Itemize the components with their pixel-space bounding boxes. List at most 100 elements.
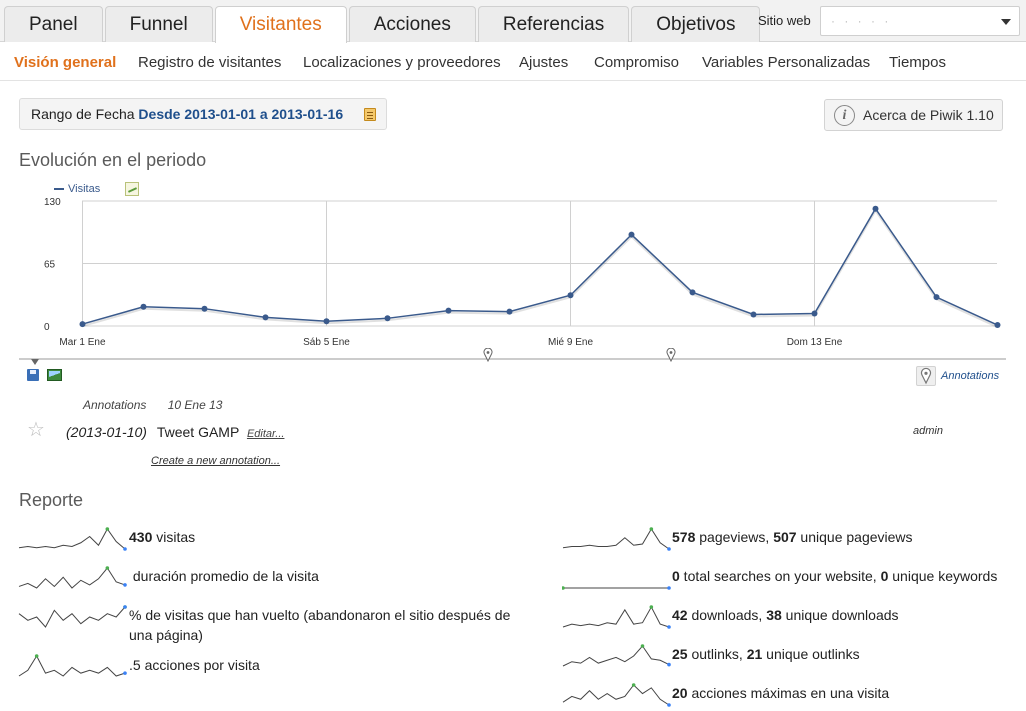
metric-text: % de visitas que han vuelto (abandonaron… bbox=[129, 607, 511, 643]
star-icon[interactable]: ☆ bbox=[27, 420, 45, 440]
sparkline bbox=[562, 683, 671, 707]
sparkline bbox=[562, 644, 671, 667]
data-point bbox=[323, 318, 330, 325]
metric-text: outlinks, bbox=[687, 646, 747, 662]
sparkline-max-point bbox=[105, 527, 110, 531]
annotation-date: (2013-01-10) bbox=[66, 424, 147, 440]
sparkline bbox=[18, 605, 127, 628]
metric-value-2: 21 bbox=[746, 646, 763, 662]
data-point bbox=[933, 294, 940, 301]
sparkline-line bbox=[18, 528, 126, 550]
site-selector[interactable]: · · · · · bbox=[820, 6, 1020, 36]
sparkline-last-point bbox=[123, 605, 127, 609]
x-tick-label: Dom 13 Ene bbox=[787, 337, 843, 348]
date-range-selector[interactable]: Rango de Fecha Desde 2013-01-01 a 2013-0… bbox=[19, 98, 387, 130]
metric-downloads: 42 downloads, 38 unique downloads bbox=[672, 605, 1022, 625]
create-annotation-link[interactable]: Create a new annotation... bbox=[151, 455, 280, 467]
sparkline bbox=[562, 605, 671, 629]
metric-bounce-rate: % de visitas que han vuelto (abandonaron… bbox=[129, 605, 529, 645]
image-export-icon[interactable] bbox=[47, 369, 62, 381]
annotation-marker-icon[interactable] bbox=[666, 348, 676, 362]
x-tick-label: Sáb 5 Ene bbox=[303, 337, 350, 348]
metric-text: total searches on your website, bbox=[679, 568, 881, 584]
sparkline-line bbox=[18, 567, 126, 589]
date-range-prefix: Rango de Fecha bbox=[31, 106, 135, 122]
data-point bbox=[262, 314, 269, 321]
metric-value: 0 bbox=[672, 568, 680, 584]
metric-value: 578 bbox=[672, 529, 696, 545]
sparkline-max-point bbox=[649, 527, 654, 531]
date-range-value[interactable]: Desde 2013-01-01 a 2013-01-16 bbox=[138, 106, 343, 122]
sparkline-last-point bbox=[667, 625, 671, 629]
annotations-header: Annotations 10 Ene 13 bbox=[83, 398, 222, 412]
chevron-down-icon bbox=[1001, 19, 1011, 25]
sparkline-max-point bbox=[631, 683, 636, 687]
annotations-header-date: 10 Ene 13 bbox=[167, 398, 223, 412]
site-selector-value: · · · · · bbox=[831, 14, 892, 28]
data-point bbox=[872, 205, 879, 212]
subnav-ajustes[interactable]: Ajustes bbox=[519, 54, 568, 71]
metric-text: duración promedio de la visita bbox=[129, 568, 319, 584]
subnav-variables-personalizadas[interactable]: Variables Personalizadas bbox=[702, 54, 870, 71]
top-nav: Panel Funnel Visitantes Acciones Referen… bbox=[0, 0, 1026, 43]
y-tick-label: 0 bbox=[44, 322, 50, 333]
tab-funnel[interactable]: Funnel bbox=[104, 6, 213, 42]
series-shadow bbox=[82, 208, 998, 328]
sparkline-line bbox=[562, 605, 670, 628]
about-piwik-button[interactable]: i Acerca de Piwik 1.10 bbox=[824, 99, 1003, 131]
annotation-marker-icon[interactable] bbox=[483, 348, 493, 362]
sparkline-last-point bbox=[667, 547, 671, 551]
subnav-compromiso[interactable]: Compromiso bbox=[594, 54, 679, 71]
subnav-localizaciones[interactable]: Localizaciones y proveedores bbox=[303, 54, 501, 71]
sparkline-line bbox=[18, 654, 126, 677]
annotations-link[interactable]: Annotations bbox=[941, 370, 999, 382]
metric-actions-per-visit: .5 acciones por visita bbox=[129, 655, 529, 675]
x-tick-label: Mar 1 Ene bbox=[59, 337, 106, 348]
series-line-visitas bbox=[82, 207, 998, 326]
tab-objetivos[interactable]: Objetivos bbox=[631, 6, 761, 42]
data-point bbox=[628, 231, 635, 238]
sparkline-last-point bbox=[667, 586, 671, 590]
subnav-vision-general[interactable]: Visión general bbox=[14, 54, 116, 71]
metric-value-2: 507 bbox=[773, 529, 797, 545]
sparkline-max-point bbox=[562, 586, 565, 590]
data-point bbox=[445, 307, 452, 314]
metric-value: 25 bbox=[672, 646, 688, 662]
annotation-row: (2013-01-10) Tweet GAMP Editar... bbox=[66, 424, 284, 440]
metric-avg-duration: duración promedio de la visita bbox=[129, 566, 529, 586]
sparkline-last-point bbox=[123, 671, 127, 675]
annotations-toggle[interactable] bbox=[916, 366, 936, 386]
sparkline-last-point bbox=[667, 662, 671, 667]
evolution-title: Evolución en el periodo bbox=[19, 150, 207, 170]
report-title: Reporte bbox=[19, 490, 84, 510]
data-point bbox=[140, 303, 147, 310]
metric-max-actions: 20 acciones máximas en una visita bbox=[672, 683, 1022, 703]
subnav-registro-visitantes[interactable]: Registro de visitantes bbox=[138, 54, 281, 71]
sparkline bbox=[562, 527, 671, 551]
metric-searches: 0 total searches on your website, 0 uniq… bbox=[672, 566, 1022, 586]
tab-panel[interactable]: Panel bbox=[4, 6, 103, 42]
annotations-header-label: Annotations bbox=[83, 398, 147, 412]
tab-acciones[interactable]: Acciones bbox=[348, 6, 476, 42]
sparkline-line bbox=[562, 528, 670, 550]
data-point bbox=[689, 289, 696, 296]
info-icon: i bbox=[834, 105, 855, 126]
subnav-tiempos[interactable]: Tiempos bbox=[889, 54, 946, 71]
tab-referencias[interactable]: Referencias bbox=[477, 6, 630, 42]
y-tick-label: 65 bbox=[44, 260, 56, 271]
data-point bbox=[384, 315, 391, 322]
tab-visitantes[interactable]: Visitantes bbox=[214, 6, 347, 43]
about-piwik-label: Acerca de Piwik 1.10 bbox=[863, 107, 994, 123]
axis-caret-icon bbox=[31, 359, 39, 365]
metric-text: visitas bbox=[152, 529, 196, 545]
data-point bbox=[811, 310, 818, 317]
sparkline bbox=[18, 566, 127, 589]
annotation-edit-link[interactable]: Editar... bbox=[247, 428, 285, 440]
metric-text: downloads, bbox=[687, 607, 767, 623]
export-icon[interactable] bbox=[27, 369, 39, 381]
calendar-icon[interactable] bbox=[364, 108, 376, 121]
sparkline-last-point bbox=[667, 703, 671, 707]
sparkline-last-point bbox=[123, 583, 127, 587]
main-tabs: Panel Funnel Visitantes Acciones Referen… bbox=[4, 6, 762, 43]
sparkline-max-point bbox=[649, 605, 654, 609]
